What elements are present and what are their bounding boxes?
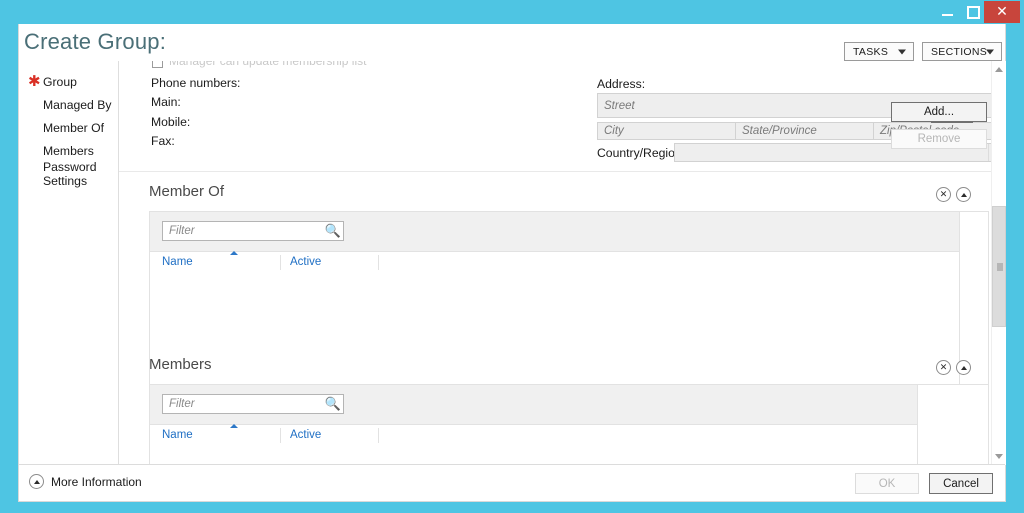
navigation-sidebar: ✱ Group Managed By Member Of Members Pas… [19, 61, 119, 465]
column-header-name[interactable]: Name [162, 424, 281, 443]
close-icon: ✕ [939, 362, 948, 373]
close-button[interactable]: ✕ [984, 1, 1020, 23]
chevron-up-icon [29, 474, 44, 489]
scrollbar-track[interactable] [992, 78, 1006, 448]
scroll-down-button[interactable] [992, 448, 1006, 465]
group-form-section: Manager can update membership list Phone… [119, 61, 991, 172]
member-of-title: Member Of [149, 183, 225, 200]
members-column-headers: Name Active Director... [150, 424, 917, 456]
more-information-label: More Information [51, 474, 142, 489]
sidebar-item-group[interactable]: ✱ Group [19, 71, 118, 93]
members-remove-button: Remove [891, 129, 987, 149]
address-label: Address: [597, 77, 646, 91]
chevron-up-icon [995, 67, 1003, 72]
members-filter-bar: Filter 🔍 [150, 385, 917, 424]
ok-button: OK [855, 473, 919, 494]
country-region-label: Country/Region: [597, 146, 686, 160]
tasks-menu-label: TASKS [853, 45, 889, 58]
column-header-active-directory[interactable]: Active Director... [290, 255, 379, 283]
sidebar-item-label: Members [43, 144, 94, 158]
member-of-column-headers: Name Active Director... [150, 251, 959, 283]
cancel-button[interactable]: Cancel [929, 473, 993, 494]
member-of-remove-section-button[interactable]: ✕ [936, 187, 951, 202]
sections-menu-button[interactable]: SECTIONS [922, 42, 1002, 61]
member-of-filter-input[interactable]: Filter 🔍 [162, 221, 344, 241]
dialog-body: Create Group: TASKS SECTIONS ✱ Group Man… [18, 24, 1006, 502]
sidebar-item-label: Password Settings [43, 160, 97, 188]
chevron-up-icon [960, 192, 967, 197]
fax-label: Fax: [151, 134, 175, 148]
close-icon: ✕ [996, 4, 1008, 20]
page-title: Create Group: [24, 29, 167, 54]
search-icon[interactable]: 🔍 [323, 397, 343, 412]
members-filter-input[interactable]: Filter 🔍 [162, 394, 344, 414]
phone-numbers-label: Phone numbers: [151, 76, 241, 90]
manager-can-update-checkbox[interactable] [152, 61, 163, 68]
sort-ascending-icon [230, 424, 238, 428]
maximize-icon [966, 5, 980, 19]
members-list-container: Filter 🔍 Name Active Director... [150, 385, 918, 465]
members-title: Members [149, 356, 212, 373]
members-add-button[interactable]: Add... [891, 102, 987, 122]
member-of-section-header: Member Of ✕ [119, 181, 991, 209]
column-header-label: Name [162, 429, 193, 441]
members-panel: Filter 🔍 Name Active Director... [149, 384, 989, 465]
chevron-up-icon [960, 365, 967, 370]
scroll-up-button[interactable] [992, 61, 1006, 78]
sidebar-item-members[interactable]: Members [19, 140, 118, 162]
scrollbar-thumb[interactable] [992, 206, 1006, 327]
city-field[interactable]: City [597, 122, 736, 140]
sidebar-item-password-settings[interactable]: Password Settings [19, 160, 118, 188]
members-section-header: Members ✕ [119, 354, 991, 382]
chevron-down-icon [986, 49, 994, 54]
sort-ascending-icon [230, 251, 238, 255]
search-icon[interactable]: 🔍 [323, 224, 343, 239]
members-remove-section-button[interactable]: ✕ [936, 360, 951, 375]
dialog-content-scroll-area: Manager can update membership list Phone… [119, 61, 991, 465]
state-province-field[interactable]: State/Province [735, 122, 874, 140]
filter-placeholder-text: Filter [169, 398, 195, 410]
scrollbar-grip-icon [997, 263, 1003, 270]
column-header-label: Name [162, 256, 193, 268]
sidebar-item-member-of[interactable]: Member Of [19, 117, 118, 139]
required-asterisk-icon: ✱ [28, 72, 41, 90]
sidebar-item-managed-by[interactable]: Managed By [19, 94, 118, 116]
column-header-active-directory[interactable]: Active Director... [290, 428, 379, 456]
dialog-header: Create Group: TASKS SECTIONS [19, 24, 1005, 62]
minimize-icon [941, 14, 953, 16]
main-phone-label: Main: [151, 95, 181, 109]
content-vertical-scrollbar[interactable] [991, 61, 1006, 465]
more-information-toggle[interactable]: More Information [29, 474, 142, 489]
window-title-bar: ✕ [0, 0, 1024, 24]
sidebar-item-label: Member Of [43, 121, 104, 135]
sidebar-item-label: Group [43, 75, 77, 89]
filter-placeholder-text: Filter [169, 225, 195, 237]
tasks-menu-button[interactable]: TASKS [844, 42, 914, 61]
create-group-window: ✕ Create Group: TASKS SECTIONS ✱ Group M… [0, 0, 1024, 513]
manager-can-update-label: Manager can update membership list [169, 61, 367, 68]
chevron-down-icon [898, 49, 906, 54]
members-collapse-button[interactable] [956, 360, 971, 375]
member-of-filter-bar: Filter 🔍 [150, 212, 959, 251]
members-list-rows[interactable] [150, 444, 917, 465]
column-header-name[interactable]: Name [162, 251, 281, 270]
sections-menu-label: SECTIONS [931, 45, 988, 58]
sidebar-item-label: Managed By [43, 98, 112, 112]
chevron-down-icon [995, 454, 1003, 459]
dialog-footer: More Information OK Cancel [19, 464, 1005, 501]
mobile-phone-label: Mobile: [151, 115, 191, 129]
member-of-collapse-button[interactable] [956, 187, 971, 202]
close-icon: ✕ [939, 189, 948, 200]
